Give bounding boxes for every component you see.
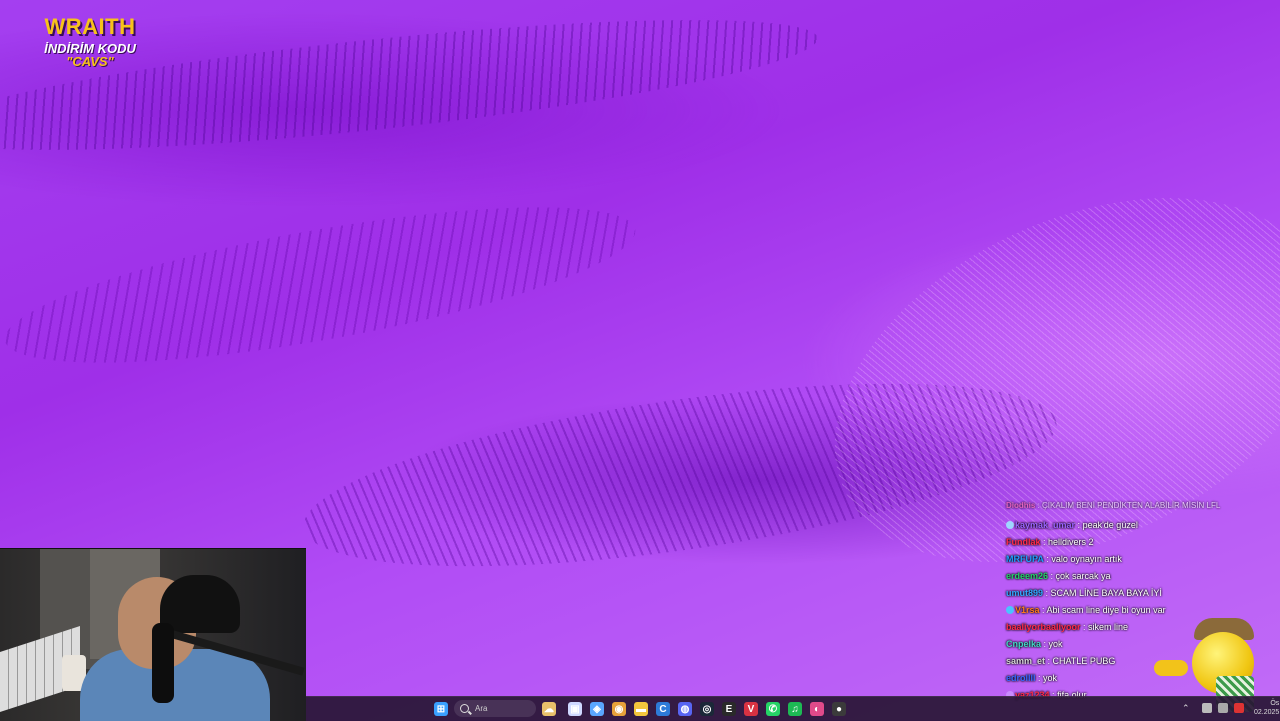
clock-time: Ös <box>1270 700 1280 707</box>
chat-separator: : <box>1080 622 1089 632</box>
chat-separator: : <box>1041 639 1049 649</box>
chat-separator: : <box>1045 656 1053 666</box>
chat-separator: : <box>1035 673 1044 683</box>
obs-icon[interactable]: ● <box>832 702 846 716</box>
copilot-icon[interactable]: ◈ <box>590 702 604 716</box>
chat-text: SCAM LİNE BAYA BAYA İYİ <box>1050 588 1162 598</box>
sponsor-brand: WRAITH <box>44 14 136 39</box>
chat-username: baaliyorbaaliyoor <box>1006 622 1081 632</box>
chat-username: samm_et <box>1006 656 1046 666</box>
windows-start-icon[interactable]: ⊞ <box>434 702 448 716</box>
chat-message: Diodhis : ÇIKALIM BENİ PENDİKTEN ALABİLİ… <box>1006 500 1280 512</box>
chat-message: Fundlak : helldivers 2 <box>1006 534 1280 551</box>
search-placeholder: Ara <box>475 704 488 713</box>
taskbar: Ara ⌃ Ös 02.2025 ⊞ ☁ ▣ ◈ ◉ ▬ C ◍ ◎ E V ✆ ♫ ◐ ● <box>306 696 1280 721</box>
chat-text: helldivers 2 <box>1048 537 1094 547</box>
chat-message: umut899 : SCAM LİNE BAYA BAYA İYİ <box>1006 585 1280 602</box>
chat-text: Abi scam line diye bi oyun var <box>1046 605 1166 615</box>
tray-app-icon[interactable] <box>1234 703 1244 713</box>
chat-text: yok <box>1048 639 1063 649</box>
sponsor-logo-overlay: WRAITH İNDİRİM KODU "CAVS" <box>40 14 140 69</box>
chat-separator: : <box>1043 588 1051 598</box>
spotify-icon[interactable]: ♫ <box>788 702 802 716</box>
chat-username: edrollll <box>1006 673 1036 683</box>
file-explorer-icon[interactable]: ▬ <box>634 702 648 716</box>
chat-username: V1rsa <box>1015 605 1040 615</box>
chat-text: ÇIKALIM BENİ PENDİKTEN ALABİLİR MİSİN LF… <box>1042 501 1221 510</box>
chat-text: yok <box>1043 673 1058 683</box>
chat-text: peak'de güzel <box>1082 520 1138 530</box>
chat-text: valo oynayın artık <box>1051 554 1122 564</box>
taskbar-search-box[interactable]: Ara <box>454 700 536 717</box>
browser-icon[interactable]: ◐ <box>810 702 824 716</box>
chat-separator: : <box>1035 501 1043 510</box>
chat-text: sikem line <box>1088 622 1129 632</box>
task-view-icon[interactable]: ▣ <box>568 702 582 716</box>
chat-separator: : <box>1075 520 1083 530</box>
chat-message: erdeem26 : çok sarcak ya <box>1006 568 1280 585</box>
chat-username: Fundlak <box>1006 537 1041 547</box>
chrome-icon[interactable]: ◉ <box>612 702 626 716</box>
chat-badge-icon <box>1006 606 1014 614</box>
webcam-overlay <box>0 548 306 721</box>
tray-chevron-up-icon[interactable]: ⌃ <box>1182 703 1190 714</box>
tray-volume-icon[interactable] <box>1218 703 1228 713</box>
chat-username: Diodhis <box>1006 501 1036 510</box>
valorant-icon[interactable]: V <box>744 702 758 716</box>
chat-username: kaymak_umar <box>1015 520 1076 530</box>
chat-message: MRFUPA : valo oynayın artık <box>1006 551 1280 568</box>
discord-icon[interactable]: ◍ <box>678 702 692 716</box>
search-icon <box>460 704 469 713</box>
ccleaner-icon[interactable]: C <box>656 702 670 716</box>
microphone <box>152 623 174 703</box>
whatsapp-icon[interactable]: ✆ <box>766 702 780 716</box>
chat-text: çok sarcak ya <box>1055 571 1111 581</box>
streamer-cap <box>160 575 240 633</box>
weather-widget-icon[interactable]: ☁ <box>542 702 556 716</box>
chat-separator: : <box>1048 571 1056 581</box>
chat-separator: : <box>1039 605 1047 615</box>
chat-badge-icon <box>1006 521 1014 529</box>
discount-code: "CAVS" <box>66 54 114 69</box>
chat-text: CHATLE PUBG <box>1052 656 1116 666</box>
chat-username: umut899 <box>1006 588 1044 598</box>
taskbar-clock[interactable]: Ös 02.2025 <box>1254 699 1279 717</box>
steam-icon[interactable]: ◎ <box>700 702 714 716</box>
clock-date: 02.2025 <box>1254 709 1280 716</box>
wallpaper-feather <box>293 347 1067 603</box>
tray-network-icon[interactable] <box>1202 703 1212 713</box>
wallpaper-feather <box>0 175 645 395</box>
emote-hand <box>1154 660 1188 676</box>
chat-username: MRFUPA <box>1006 554 1044 564</box>
chat-username: Cnpelka <box>1006 639 1042 649</box>
chat-separator: : <box>1040 537 1049 547</box>
chat-username: erdeem26 <box>1006 571 1049 581</box>
epic-games-icon[interactable]: E <box>722 702 736 716</box>
chat-message: kaymak_umar : peak'de güzel <box>1006 517 1280 534</box>
